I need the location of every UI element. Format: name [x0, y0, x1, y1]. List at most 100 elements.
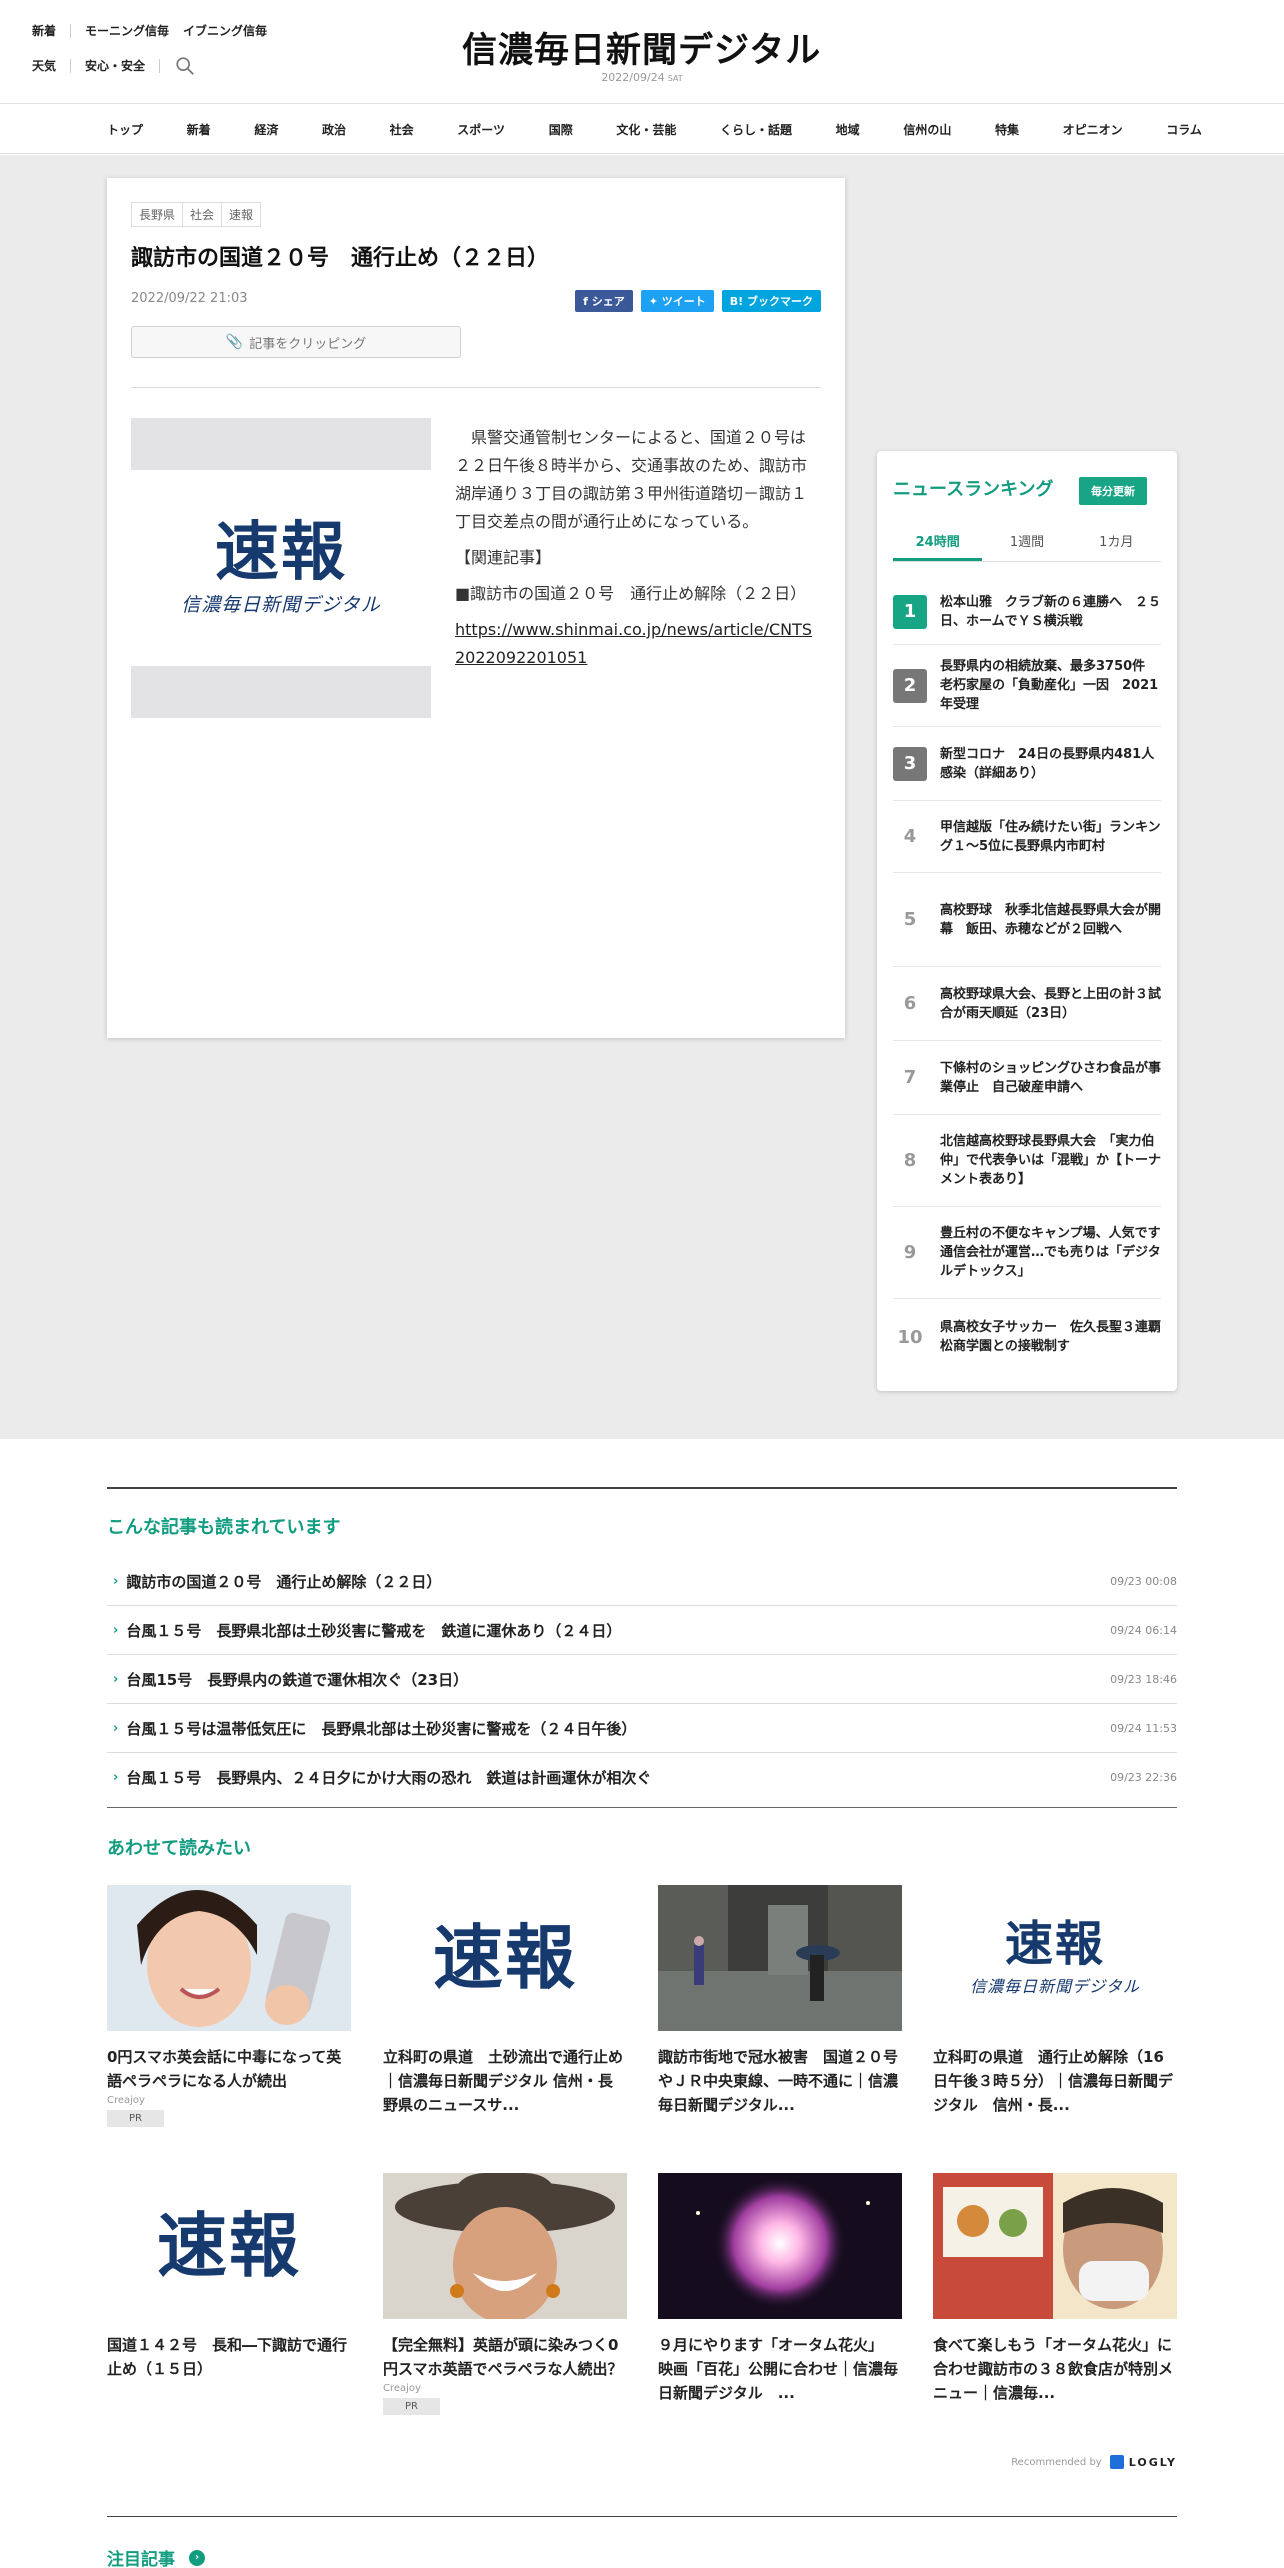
rank-number: 4: [903, 826, 917, 847]
news-ranking: ニュースランキング 毎分更新 24時間 1週間 1カ月 1 松本山雅 クラブ新の６…: [877, 451, 1177, 1391]
nav-item-opinion[interactable]: オピニオン: [1063, 121, 1123, 138]
card-thumbnail: 速報: [383, 1885, 627, 2031]
nav-item-sports[interactable]: スポーツ: [457, 121, 505, 138]
card-source: Creajoy: [383, 2383, 421, 2394]
twitter-share-button[interactable]: ✦ ツイート: [640, 290, 714, 312]
ranking-title: ニュースランキング: [893, 479, 1054, 500]
pr-badge: PR: [383, 2398, 440, 2415]
nav-item-top[interactable]: トップ: [107, 121, 143, 138]
header-link-new[interactable]: 新着: [32, 24, 70, 38]
recommend-card[interactable]: 速報 国道１４２号 長和―下諏訪で通行止め（１５日）: [107, 2173, 351, 2381]
article-title: 諏訪市の国道２０号 通行止め（２２日）: [131, 246, 550, 271]
logly-brand[interactable]: LOGLY: [1129, 2456, 1177, 2469]
nav-item-culture[interactable]: 文化・芸能: [616, 121, 676, 138]
recommend-card[interactable]: 速報 信濃毎日新聞デジタル 立科町の県道 通行止め解除（16日午後３時５分）｜信…: [933, 1885, 1177, 2117]
ranking-item[interactable]: 9 豊丘村の不便なキャンプ場、人気です 通信会社が運営…でも売りは「デジタルデトッ…: [893, 1207, 1174, 1299]
card-title: ９月にやります「オータム花火」 映画「百花」公開に合わせ｜信濃毎日新聞デジタル …: [658, 2336, 899, 2402]
recommend-card[interactable]: 0円スマホ英会話に中毒になって英語ペラペラになる人が続出 Creajoy PR: [107, 1885, 351, 2127]
recommend-card[interactable]: ９月にやります「オータム花火」 映画「百花」公開に合わせ｜信濃毎日新聞デジタル …: [658, 2173, 902, 2405]
hatena-bookmark-button[interactable]: B! ブックマーク: [721, 290, 821, 312]
nav-item-region[interactable]: 地域: [836, 121, 860, 138]
ranking-item[interactable]: 8 北信越高校野球長野県大会 「実力伯仲」で代表争いは「混戦」か【トーナメント表あ…: [893, 1115, 1161, 1207]
woman-in-hat-image: [383, 2173, 627, 2319]
related-article-link[interactable]: https://www.shinmai.co.jp/news/article/C…: [455, 620, 812, 667]
related-article[interactable]: › 台風１５号 長野県北部は土砂災害に警戒を 鉄道に運休あり（２４日） 09/24 …: [107, 1606, 1177, 1655]
card-thumbnail: 速報: [107, 2173, 351, 2319]
ranking-list: 1 松本山雅 クラブ新の６連勝へ ２５日、ホームでＹＳ横浜戦 2 長野県内の相続放棄…: [893, 579, 1174, 1375]
chevron-right-icon: ›: [113, 1671, 119, 1687]
recommend-card[interactable]: 【完全無料】英語が頭に染みつく0円スマホ英語でペラペラな人続出？ Creajoy…: [383, 2173, 627, 2415]
related-section-title: こんな記事も読まれています: [107, 1517, 341, 1538]
rank-number: 6: [903, 993, 917, 1014]
twitter-icon: ✦: [648, 295, 662, 308]
recommend-card[interactable]: 食べて楽しもう「オータム花火」に合わせ諏訪市の３８飲食店が特別メニュー｜信濃毎.…: [933, 2173, 1177, 2405]
section-divider: [107, 2516, 1177, 2517]
date-value: 2022/09/24: [601, 71, 665, 84]
ranking-item[interactable]: 5 高校野球 秋季北信越長野県大会が開幕 飯田、赤穂などが２回戦へ: [893, 873, 1161, 967]
card-title: 国道１４２号 長和―下諏訪で通行止め（１５日）: [107, 2336, 348, 2378]
related-article[interactable]: › 台風１５号は温帯低気圧に 長野県北部は土砂災害に警戒を（２４日午後） 09/24…: [107, 1704, 1177, 1753]
tag-breaking[interactable]: 速報: [221, 202, 262, 227]
rank-number: 5: [903, 909, 917, 930]
related-title: 台風１５号 長野県内、２４日夕にかけ大雨の恐れ 鉄道は計画運休が相次ぐ: [126, 1769, 652, 1787]
breaking-news-graphic: 速報 信濃毎日新聞デジタル: [131, 470, 431, 666]
nav-item-international[interactable]: 国際: [549, 121, 573, 138]
nav-item-mountain[interactable]: 信州の山: [903, 121, 951, 138]
recommended-by-label: Recommended by: [1011, 2456, 1102, 2468]
card-title: 立科町の県道 土砂流出で通行止め｜信濃毎日新聞デジタル 信州・長野県のニュースサ…: [383, 2048, 624, 2114]
related-article[interactable]: › 台風15号 長野県内の鉄道で運休相次ぐ（23日） 09/23 18:46: [107, 1655, 1177, 1704]
related-article[interactable]: › 諏訪市の国道２０号 通行止め解除（２２日） 09/23 00:08: [107, 1557, 1177, 1606]
ranking-item[interactable]: 7 下條村のショッピングひさわ食品が事業停止 自己破産申請へ: [893, 1041, 1161, 1115]
recommend-card[interactable]: 諏訪市街地で冠水被害 国道２０号やＪＲ中央東線、一時不通に｜信濃毎日新聞デジタル…: [658, 1885, 902, 2117]
nav-item-feature[interactable]: 特集: [995, 121, 1019, 138]
chevron-right-icon: ›: [113, 1573, 119, 1589]
header-link-morning[interactable]: モーニング信毎: [70, 24, 183, 38]
ranking-item[interactable]: 10 県高校女子サッカー 佐久長聖３連覇 松商学園との接戦制す: [893, 1299, 1174, 1375]
notice-section-title: 注目記事: [107, 2550, 175, 2568]
card-title: 0円スマホ英会話に中毒になって英語ペラペラになる人が続出: [107, 2048, 342, 2090]
ranking-item[interactable]: 1 松本山雅 クラブ新の６連勝へ ２５日、ホームでＹＳ横浜戦: [893, 579, 1161, 645]
tab-1month[interactable]: 1カ月: [1072, 531, 1161, 561]
recommend-card[interactable]: 速報 立科町の県道 土砂流出で通行止め｜信濃毎日新聞デジタル 信州・長野県のニュ…: [383, 1885, 627, 2117]
tab-24h[interactable]: 24時間: [893, 531, 983, 561]
related-title: 台風15号 長野県内の鉄道で運休相次ぐ（23日）: [126, 1670, 469, 1689]
nav-item-society[interactable]: 社会: [390, 121, 414, 138]
rank-number: 3: [893, 746, 927, 781]
site-logo[interactable]: 信濃毎日新聞デジタル: [462, 22, 822, 71]
clip-article-button[interactable]: 📎 記事をクリッピング: [131, 326, 461, 358]
thumb-breaking-text: 速報: [157, 2205, 301, 2287]
tag-society[interactable]: 社会: [182, 202, 223, 227]
nav-item-column[interactable]: コラム: [1166, 121, 1202, 138]
nav-item-life[interactable]: くらし・話題: [720, 121, 792, 138]
twitter-share-label: ツイート: [661, 295, 706, 308]
rank-title: 高校野球県大会、長野と上田の計３試合が雨天順延（23日）: [940, 986, 1162, 1021]
nav-item-economy[interactable]: 経済: [254, 121, 278, 138]
ranking-item[interactable]: 4 甲信越版「住み続けたい街」ランキング１～5位に長野県内市町村: [893, 801, 1161, 873]
rank-number: 9: [903, 1242, 917, 1263]
nav-item-new[interactable]: 新着: [187, 121, 211, 138]
facebook-share-button[interactable]: f シェア: [575, 290, 633, 312]
related-article[interactable]: › 台風１５号 長野県内、２４日夕にかけ大雨の恐れ 鉄道は計画運休が相次ぐ 09/2…: [107, 1753, 1177, 1802]
article-photo: 速報 信濃毎日新聞デジタル: [131, 418, 431, 718]
fireworks-image: [658, 2173, 902, 2319]
tag-nagano[interactable]: 長野県: [131, 202, 184, 227]
recommend-section-title: あわせて読みたい: [107, 1838, 251, 1859]
related-article-line: ■諏訪市の国道２０号 通行止め解除（２２日）: [455, 584, 807, 603]
nav-item-politics[interactable]: 政治: [322, 121, 346, 138]
rank-title: 新型コロナ 24日の長野県内481人感染（詳細あり）: [940, 746, 1155, 781]
notice-section-header[interactable]: 注目記事 ›: [107, 2545, 205, 2568]
header-link-evening[interactable]: イブニング信毎: [183, 24, 281, 38]
article-card: 長野県 社会 速報 諏訪市の国道２０号 通行止め（２２日） 2022/09/22…: [107, 178, 845, 1038]
card-thumbnail: [107, 1885, 351, 2031]
related-title: 台風１５号 長野県北部は土砂災害に警戒を 鉄道に運休あり（２４日）: [126, 1621, 622, 1640]
rank-title: 下條村のショッピングひさわ食品が事業停止 自己破産申請へ: [940, 1060, 1162, 1095]
ranking-item[interactable]: 3 新型コロナ 24日の長野県内481人感染（詳細あり）: [893, 727, 1161, 801]
rank-number: 1: [893, 594, 927, 629]
card-thumbnail: [383, 2173, 627, 2319]
ranking-item[interactable]: 6 高校野球県大会、長野と上田の計３試合が雨天順延（23日）: [893, 967, 1161, 1041]
tab-1week[interactable]: 1週間: [982, 531, 1071, 561]
related-time: 09/23 00:08: [1110, 1574, 1177, 1588]
card-thumbnail: [933, 2173, 1177, 2319]
header-links-top: 新着 モーニング信毎 イブニング信毎: [32, 24, 281, 38]
ranking-item[interactable]: 2 長野県内の相続放棄、最多3750件 老朽家屋の「負動産化」一因 2021年受理: [893, 645, 1161, 727]
